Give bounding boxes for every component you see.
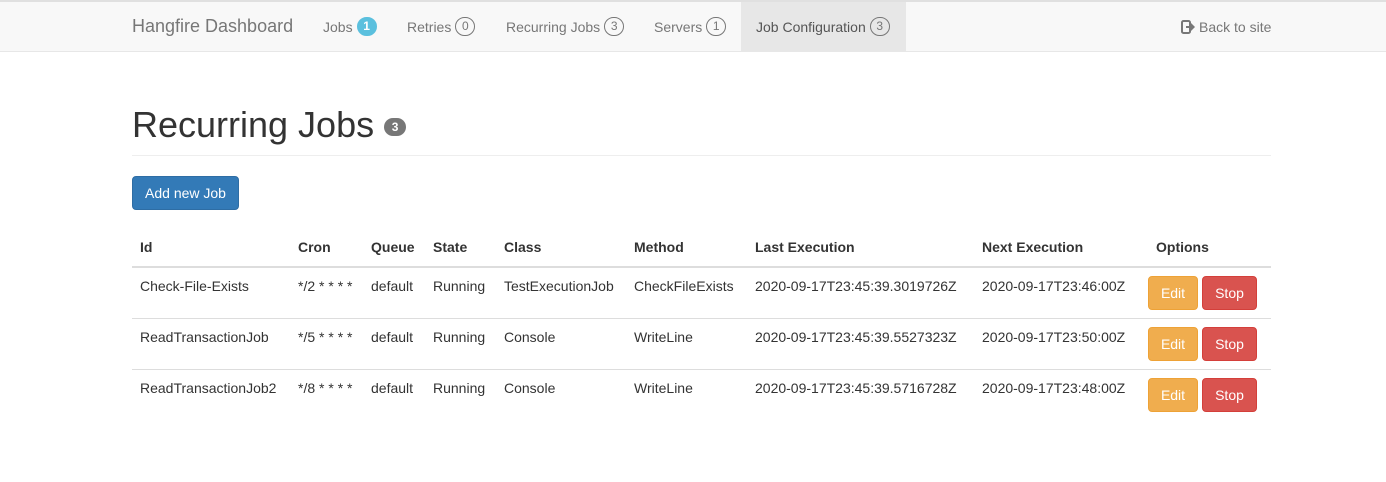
nav-servers-count: 1 — [706, 17, 727, 36]
table-row: ReadTransactionJob2 */8 * * * * default … — [132, 369, 1271, 420]
stop-button[interactable]: Stop — [1202, 377, 1257, 412]
cell-next-execution: 2020-09-17T23:46:00Z — [974, 267, 1148, 319]
cell-id: ReadTransactionJob2 — [140, 379, 277, 396]
cell-queue: default — [363, 318, 425, 370]
top-navbar: Hangfire Dashboard Jobs 1 Retries 0 Recu… — [0, 0, 1386, 52]
page-title-count-badge: 3 — [384, 118, 407, 136]
add-new-job-button[interactable]: Add new Job — [132, 176, 239, 210]
stop-button[interactable]: Stop — [1202, 276, 1257, 310]
nav-job-configuration-count: 3 — [869, 17, 890, 36]
nav-recurring-jobs-label: Recurring Jobs — [506, 18, 601, 35]
edit-button[interactable]: Edit — [1148, 326, 1198, 361]
cell-last-execution: 2020-09-17T23:45:39.5527323Z — [747, 318, 974, 370]
cell-id: Check-File-Exists — [132, 267, 290, 319]
cell-next-execution: 2020-09-17T23:48:00Z — [982, 379, 1126, 396]
nav-recurring-jobs[interactable]: Recurring Jobs 3 — [491, 2, 639, 51]
nav-retries-label: Retries — [407, 18, 452, 35]
cell-state: Running — [425, 318, 496, 370]
cell-method: CheckFileExists — [626, 267, 747, 319]
nav-jobs-count: 1 — [356, 17, 377, 36]
header-class: Class — [496, 228, 626, 268]
cell-cron: */5 * * * * — [290, 318, 363, 370]
recurring-jobs-table: Id Cron Queue State Class Method Last Ex… — [132, 228, 1271, 420]
brand-link[interactable]: Hangfire Dashboard — [132, 16, 293, 37]
title-divider — [132, 155, 1271, 156]
header-last-execution: Last Execution — [747, 228, 974, 268]
nav-servers-label: Servers — [654, 18, 703, 35]
nav-retries-count: 0 — [455, 17, 476, 36]
page-title-text: Recurring Jobs — [132, 104, 375, 145]
cell-state: Running — [433, 379, 486, 396]
header-method: Method — [626, 228, 747, 268]
edit-button[interactable]: Edit — [1148, 377, 1198, 412]
back-to-site-link[interactable]: Back to site — [1181, 2, 1271, 51]
nav-job-configuration[interactable]: Job Configuration 3 — [741, 2, 906, 51]
stop-button[interactable]: Stop — [1202, 326, 1257, 361]
table-row: Check-File-Exists */2 * * * * default Ru… — [132, 267, 1271, 319]
cell-class: Console — [496, 318, 626, 370]
cell-class: TestExecutionJob — [496, 267, 626, 319]
header-options: Options — [1148, 228, 1271, 268]
nav-jobs-label: Jobs — [323, 18, 353, 35]
header-cron: Cron — [290, 228, 363, 268]
sign-out-icon — [1181, 19, 1195, 34]
cell-cron: */8 * * * * — [298, 379, 353, 396]
table-row: ReadTransactionJob */5 * * * * default R… — [132, 318, 1271, 370]
back-to-site-label: Back to site — [1199, 18, 1272, 35]
nav-jobs[interactable]: Jobs 1 — [308, 2, 392, 51]
nav-job-configuration-label: Job Configuration — [756, 18, 866, 35]
cell-next-execution: 2020-09-17T23:50:00Z — [974, 318, 1148, 370]
header-next-execution: Next Execution — [974, 228, 1148, 268]
cell-state: Running — [425, 267, 496, 319]
cell-method: WriteLine — [634, 379, 693, 396]
cell-last-execution: 2020-09-17T23:45:39.3019726Z — [747, 267, 974, 319]
cell-options: Edit Stop — [1148, 369, 1271, 420]
header-state: State — [425, 228, 496, 268]
nav-servers[interactable]: Servers 1 — [639, 2, 741, 51]
cell-options: Edit Stop — [1148, 318, 1271, 370]
cell-class: Console — [504, 379, 556, 396]
table-header-row: Id Cron Queue State Class Method Last Ex… — [132, 228, 1271, 268]
edit-button[interactable]: Edit — [1148, 276, 1198, 310]
cell-last-execution: 2020-09-17T23:45:39.5716728Z — [755, 379, 957, 396]
cell-cron: */2 * * * * — [290, 267, 363, 319]
header-id: Id — [132, 228, 290, 268]
cell-queue: default — [363, 267, 425, 319]
nav-recurring-jobs-count: 3 — [604, 17, 625, 36]
cell-queue: default — [371, 379, 414, 396]
cell-id: ReadTransactionJob — [132, 318, 290, 370]
header-queue: Queue — [363, 228, 425, 268]
page-title: Recurring Jobs 3 — [132, 104, 407, 146]
cell-options: Edit Stop — [1148, 267, 1271, 319]
nav-retries[interactable]: Retries 0 — [392, 2, 490, 51]
cell-method: WriteLine — [626, 318, 747, 370]
